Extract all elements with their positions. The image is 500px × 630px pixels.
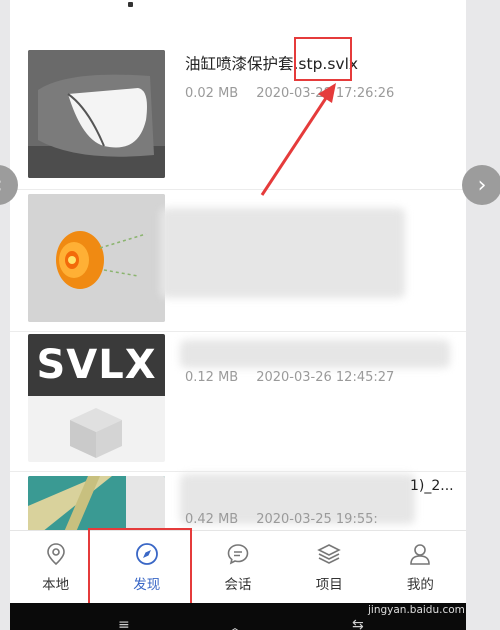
- left-frame: [0, 0, 10, 630]
- tab-me-label: 我的: [406, 576, 434, 593]
- file-meta: 0.02 MB 2020-03-28 17:26:26: [185, 86, 394, 101]
- next-page-button[interactable]: ›: [462, 165, 500, 205]
- gear-thumbnail: [28, 194, 165, 322]
- structure-icon: [28, 476, 165, 532]
- file-name-suffix: 1)_2...: [410, 478, 454, 494]
- file-date: 2020-03-26 12:45:27: [256, 370, 395, 385]
- chevron-right-icon: ›: [477, 172, 487, 198]
- file-meta: 0.42 MB 2020-03-25 19:55:: [185, 512, 378, 527]
- file-item[interactable]: 1)_2... 0.42 MB 2020-03-25 19:55:: [10, 472, 466, 532]
- annotation-box-discover: [88, 528, 192, 608]
- part-thumbnail: [28, 50, 165, 178]
- file-meta: 0.12 MB 2020-03-26 12:45:27: [185, 370, 394, 385]
- structure-thumbnail: [28, 476, 165, 532]
- file-date: 2020-03-28 17:26:26: [256, 86, 395, 101]
- person-icon: [410, 543, 431, 565]
- file-size: 0.42 MB: [185, 512, 239, 527]
- file-item[interactable]: 油缸喷漆保护套.stp.svlx 0.02 MB 2020-03-28 17:26…: [10, 40, 466, 190]
- blurred-file-info: [160, 208, 405, 298]
- svlx-icon: SVLX: [28, 334, 165, 462]
- recent-apps-icon[interactable]: ⇆: [352, 617, 364, 630]
- layers-icon: [317, 543, 341, 564]
- part-icon: [28, 50, 165, 178]
- file-item[interactable]: [10, 190, 466, 332]
- location-pin-icon: [46, 542, 65, 565]
- tab-me[interactable]: 我的: [375, 531, 466, 602]
- back-icon[interactable]: ︿: [228, 617, 242, 630]
- chevron-left-icon: ‹: [0, 173, 2, 198]
- file-size: 0.02 MB: [185, 86, 239, 101]
- annotation-box-extension: [294, 37, 352, 81]
- top-fragment: [128, 2, 133, 7]
- chat-bubble-icon: [227, 543, 249, 564]
- file-size: 0.12 MB: [185, 370, 239, 385]
- tab-chat-label: 会话: [224, 576, 252, 593]
- bottom-nav: 本地 发现 会话 项目 我的: [10, 530, 466, 602]
- menu-icon[interactable]: ≡: [118, 617, 130, 630]
- tab-project-label: 项目: [315, 576, 343, 593]
- tab-project[interactable]: 项目: [284, 531, 375, 602]
- cube-icon: [70, 408, 122, 458]
- file-item[interactable]: SVLX 0.12 MB 2020-03-26 12:45:27: [10, 332, 466, 472]
- right-frame: [466, 0, 500, 630]
- tab-chat[interactable]: 会话: [192, 531, 283, 602]
- file-date: 2020-03-25 19:55:: [256, 512, 378, 527]
- watermark: jingyan.baidu.com: [368, 604, 465, 616]
- blurred-file-name: [180, 340, 450, 368]
- gear-icon: [28, 194, 165, 322]
- tab-local-label: 本地: [42, 576, 70, 593]
